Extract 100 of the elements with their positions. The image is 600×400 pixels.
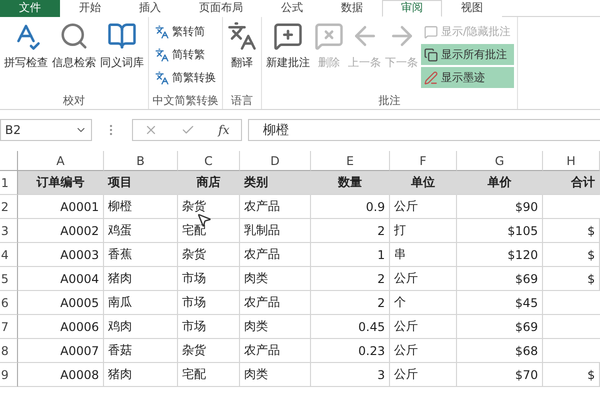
name-box[interactable]: B2 — [0, 119, 92, 141]
table-cell: 香菇 — [104, 339, 178, 363]
language-icon — [155, 48, 169, 62]
ribbon-tab[interactable]: 页面布局 — [180, 0, 262, 17]
table-cell: $45 — [457, 291, 543, 315]
table-cell: 农产品 — [240, 243, 311, 267]
table-cell: 农产品 — [240, 195, 311, 219]
stacked-pages-icon — [424, 48, 438, 62]
group-label: 语言 — [230, 93, 254, 109]
table-cell: $ — [543, 363, 600, 387]
table-cell: 香蕉 — [104, 243, 178, 267]
table-cell: 乳制品 — [240, 219, 311, 243]
table-cell: 公斤 — [390, 339, 457, 363]
table-cell: A0004 — [18, 267, 104, 291]
table-cell: $69 — [457, 267, 543, 291]
table-cell: 3 — [311, 363, 390, 387]
table-cell: 猪肉 — [104, 267, 178, 291]
cell-reference: B2 — [5, 123, 21, 137]
table-cell: 1 — [311, 243, 390, 267]
ribbon-button[interactable]: 信息检索 — [51, 19, 97, 72]
language-icon — [155, 24, 169, 38]
header-cell: 商店 — [178, 171, 240, 195]
table-cell: 个 — [390, 291, 457, 315]
table-cell: A0008 — [18, 363, 104, 387]
pen-icon — [424, 70, 438, 84]
table-cell: $70 — [457, 363, 543, 387]
table-cell: $105 — [457, 219, 543, 243]
table-cell: $68 — [457, 339, 543, 363]
ribbon-button[interactable]: 翻译 — [226, 19, 258, 72]
table-cell: 南瓜 — [104, 291, 178, 315]
table-cell: A0002 — [18, 219, 104, 243]
comment-plus-icon — [273, 21, 303, 51]
ribbon-button[interactable]: 简转繁 — [152, 44, 219, 65]
comment-x-icon — [314, 21, 344, 51]
file-tab[interactable]: 文件 — [0, 0, 60, 17]
table-cell: 杂货 — [178, 243, 240, 267]
ribbon-tab[interactable]: 数据 — [322, 0, 382, 17]
table-cell: 柳橙 — [104, 195, 178, 219]
header-cell: 数量 — [311, 171, 390, 195]
table-cell: $ — [543, 219, 600, 243]
header-cell: 类别 — [240, 171, 311, 195]
table-cell: 肉类 — [240, 363, 311, 387]
book-icon — [107, 21, 137, 51]
table-cell: A0003 — [18, 243, 104, 267]
insert-function-button[interactable]: fx — [218, 123, 230, 137]
ribbon-tab[interactable]: 插入 — [120, 0, 180, 17]
table-cell: 公斤 — [390, 363, 457, 387]
group-label: 中文简繁转换 — [152, 93, 219, 109]
table-cell: 农产品 — [240, 339, 311, 363]
table-cell: 宅配 — [178, 219, 240, 243]
ribbon-button[interactable]: 显示所有批注 — [421, 44, 514, 65]
table-cell: $120 — [457, 243, 543, 267]
table-cell: 公斤 — [390, 195, 457, 219]
header-cell: 项目 — [104, 171, 178, 195]
table-cell: $ — [543, 267, 600, 291]
ribbon-button[interactable]: 同义词库 — [99, 19, 145, 72]
table-cell: A0007 — [18, 339, 104, 363]
ribbon-tab[interactable]: 公式 — [262, 0, 322, 17]
table-cell: A0005 — [18, 291, 104, 315]
table-cell: 市场 — [178, 267, 240, 291]
table-cell: 杂货 — [178, 195, 240, 219]
table-cell: 宅配 — [178, 363, 240, 387]
header-cell: 合计 — [543, 171, 600, 195]
header-cell: 单位 — [390, 171, 457, 195]
table-cell: 串 — [390, 243, 457, 267]
table-cell: 杂货 — [178, 339, 240, 363]
table-cell: 肉类 — [240, 315, 311, 339]
table-cell: $69 — [457, 315, 543, 339]
table-cell: 猪肉 — [104, 363, 178, 387]
ribbon-tab[interactable]: 开始 — [60, 0, 120, 17]
table-cell: $90 — [457, 195, 543, 219]
group-label: 批注 — [377, 93, 402, 109]
table-cell: 鸡蛋 — [104, 219, 178, 243]
table-cell: $ — [543, 243, 600, 267]
table-cell: 农产品 — [240, 291, 311, 315]
ribbon-button[interactable]: 显示墨迹 — [421, 67, 514, 88]
table-cell: 肉类 — [240, 267, 311, 291]
ribbon-tab[interactable]: 视图 — [442, 0, 502, 17]
language-icon — [155, 70, 169, 84]
header-cell: 订单编号 — [18, 171, 104, 195]
table-cell: 2 — [311, 267, 390, 291]
table-cell: 0.9 — [311, 195, 390, 219]
ribbon-button[interactable]: 新建批注 — [265, 19, 311, 72]
table-cell: 打 — [390, 219, 457, 243]
table-cell: 鸡肉 — [104, 315, 178, 339]
ribbon-tab[interactable]: 审阅 — [382, 0, 442, 17]
table-cell: 2 — [311, 219, 390, 243]
table-cell: 0.23 — [311, 339, 390, 363]
ribbon-button[interactable]: 简繁转换 — [152, 67, 219, 88]
table-cell: 2 — [311, 291, 390, 315]
table-cell: 市场 — [178, 315, 240, 339]
formula-input[interactable]: 柳橙 — [248, 119, 600, 141]
ribbon-button[interactable]: 繁转简 — [152, 21, 219, 42]
select-all-corner[interactable] — [0, 151, 18, 171]
table-cell: 公斤 — [390, 267, 457, 291]
comment-icon — [424, 24, 438, 38]
table-cell: 公斤 — [390, 315, 457, 339]
table-cell: 0.45 — [311, 315, 390, 339]
group-label: 校对 — [62, 93, 86, 109]
ribbon-button[interactable]: 拼写检查 — [3, 19, 49, 72]
